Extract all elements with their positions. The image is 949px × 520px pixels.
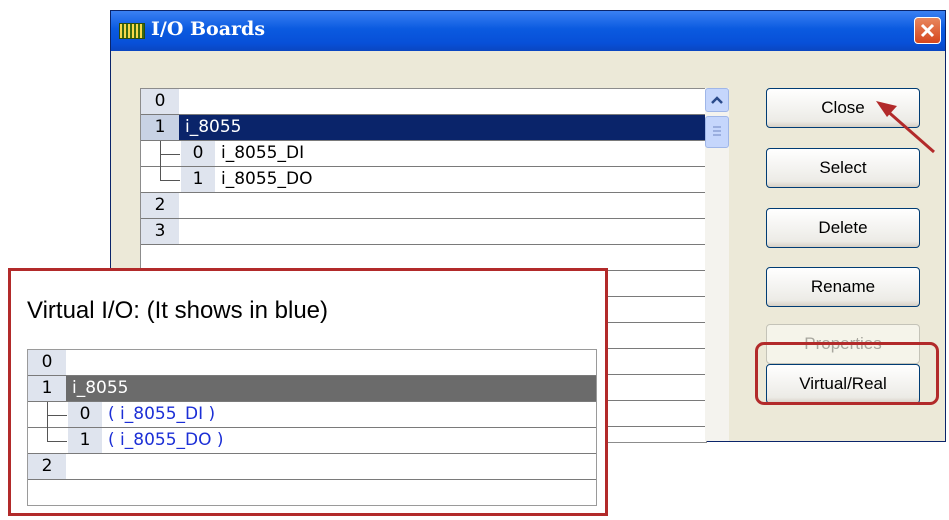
- tree-connector: [160, 180, 180, 181]
- select-button[interactable]: Select: [766, 148, 920, 188]
- sub-slot-number: 1: [68, 428, 102, 453]
- slot-number: 1: [141, 115, 179, 140]
- delete-button[interactable]: Delete: [766, 208, 920, 248]
- list-row[interactable]: 0: [141, 89, 706, 115]
- dialog-title: I/O Boards: [151, 18, 266, 40]
- chevron-up-icon: [711, 96, 723, 104]
- list-row[interactable]: 2: [141, 193, 706, 219]
- sub-slot-number: 0: [68, 402, 102, 427]
- scroll-thumb[interactable]: [705, 116, 729, 148]
- tree-connector: [160, 141, 161, 180]
- sub-slot-number: 1: [181, 167, 215, 192]
- slot-number: 1: [28, 376, 66, 401]
- slot-number: 2: [141, 193, 179, 218]
- board-name: i_8055: [72, 378, 129, 398]
- tree-connector: [47, 441, 67, 442]
- virtual-board-name: ( i_8055_DI ): [108, 404, 216, 424]
- scroll-up-button[interactable]: [705, 88, 729, 112]
- list-row-selected[interactable]: 1 i_8055: [141, 115, 706, 141]
- tree-connector: [160, 154, 180, 155]
- board-name: i_8055: [185, 117, 242, 137]
- virtual-subrow: 1 ( i_8055_DO ): [28, 428, 596, 454]
- list-row-selected: 1 i_8055: [28, 376, 596, 402]
- slot-number: 0: [141, 89, 179, 114]
- sub-board-name: i_8055_DO: [221, 169, 313, 189]
- virtual-real-highlight: [755, 342, 939, 405]
- title-bar: I/O Boards: [111, 11, 945, 51]
- list-subrow[interactable]: 0 i_8055_DI: [141, 141, 706, 167]
- io-boards-icon: [119, 23, 145, 39]
- virtual-io-list: 0 1 i_8055 0 ( i_8055_DI ) 1 ( i_8055_DO…: [27, 349, 597, 506]
- window-close-button[interactable]: [914, 17, 941, 44]
- grip-icon: [713, 126, 721, 136]
- slot-number: 2: [28, 454, 66, 479]
- vertical-scrollbar[interactable]: [705, 88, 729, 441]
- virtual-board-name: ( i_8055_DO ): [108, 430, 224, 450]
- callout-label: Virtual I/O: (It shows in blue): [27, 297, 329, 324]
- tree-connector: [47, 415, 67, 416]
- list-subrow[interactable]: 1 i_8055_DO: [141, 167, 706, 193]
- sub-slot-number: 0: [181, 141, 215, 166]
- list-row[interactable]: 3: [141, 219, 706, 245]
- close-button[interactable]: Close: [766, 88, 920, 128]
- close-icon: [920, 23, 935, 38]
- sub-board-name: i_8055_DI: [221, 143, 305, 163]
- list-row: 0: [28, 350, 596, 376]
- virtual-io-callout: Virtual I/O: (It shows in blue) 0 1 i_80…: [8, 268, 608, 516]
- rename-button[interactable]: Rename: [766, 267, 920, 307]
- slot-number: 0: [28, 350, 66, 375]
- tree-connector: [47, 402, 48, 441]
- list-row: 2: [28, 454, 596, 480]
- slot-number: 3: [141, 219, 179, 244]
- virtual-subrow: 0 ( i_8055_DI ): [28, 402, 596, 428]
